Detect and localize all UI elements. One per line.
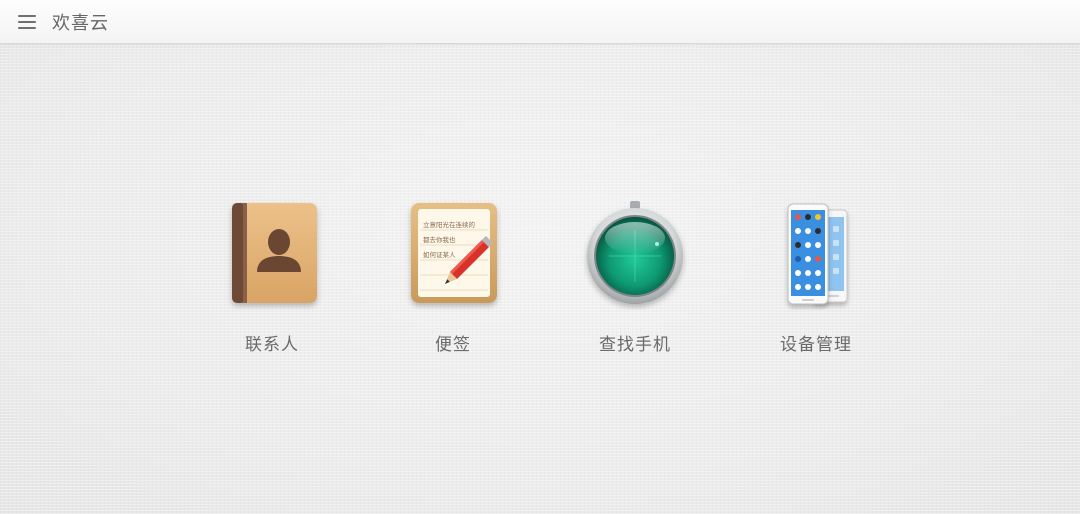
app-grid: 联系人 立意阳光在连续的 都去你我也 如何证某人 便签 查找手机 设备管理 [0,200,1080,360]
note-line-3: 如何证某人 [423,250,456,259]
app-title: 欢喜云 [52,12,109,34]
app-tile-contacts[interactable]: 联系人 [202,200,342,355]
top-bar: 欢喜云 [0,0,1080,44]
app-label-device-management: 设备管理 [780,335,852,355]
radar-find-phone-icon [580,200,690,310]
app-label-notes: 便签 [435,335,471,355]
app-tile-device-management[interactable]: 设备管理 [746,200,886,355]
app-label-contacts: 联系人 [245,335,299,355]
app-tile-notes[interactable]: 立意阳光在连续的 都去你我也 如何证某人 便签 [383,200,523,355]
hamburger-menu-icon[interactable] [18,14,36,29]
phones-device-icon [761,200,871,310]
app-tile-find-phone[interactable]: 查找手机 [565,200,705,355]
app-label-find-phone: 查找手机 [599,335,671,355]
notepad-pencil-icon: 立意阳光在连续的 都去你我也 如何证某人 [398,200,508,310]
note-line-2: 都去你我也 [423,235,456,244]
contacts-book-icon [217,200,327,310]
note-line-1: 立意阳光在连续的 [423,220,476,229]
